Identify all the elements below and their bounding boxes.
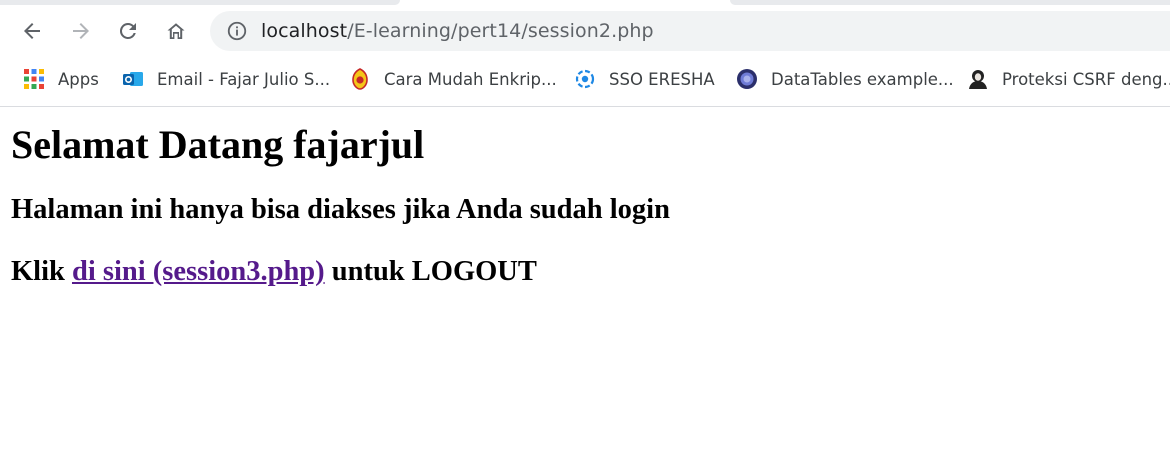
bookmark-label: DataTables example...	[771, 69, 954, 89]
info-icon[interactable]	[226, 20, 248, 42]
bookmark-label: Cara Mudah Enkrip...	[384, 69, 557, 89]
bookmark-datatables[interactable]: DataTables example...	[736, 66, 954, 92]
tab-strip	[0, 0, 1170, 5]
logout-link[interactable]: di sini (session3.php)	[72, 256, 325, 287]
apps-grid-icon	[24, 69, 44, 89]
reload-button[interactable]	[111, 14, 145, 48]
logout-suffix: untuk LOGOUT	[324, 255, 537, 287]
url-host: localhost	[261, 20, 348, 42]
tab-strip-right	[730, 0, 1170, 5]
back-button[interactable]	[15, 14, 49, 48]
bookmark-apps[interactable]: Apps	[23, 66, 99, 92]
bookmarks-bar: Apps Email - Fajar Julio S... Cara Mudah…	[0, 62, 1170, 96]
arrow-right-icon	[73, 23, 89, 39]
toolbar: localhost/E-learning/pert14/session2.php	[0, 8, 1170, 54]
url-path: /E-learning/pert14/session2.php	[347, 20, 654, 42]
bookmark-label: SSO ERESHA	[609, 69, 715, 89]
bookmark-sso-eresha[interactable]: SSO ERESHA	[574, 66, 715, 92]
arrow-left-icon	[24, 23, 40, 39]
home-icon	[167, 23, 185, 39]
home-button[interactable]	[159, 14, 193, 48]
outlook-icon	[123, 72, 143, 86]
forward-button[interactable]	[64, 14, 98, 48]
sso-eresha-icon	[575, 69, 595, 89]
bookmark-email[interactable]: Email - Fajar Julio S...	[122, 66, 330, 92]
logout-line: Klik di sini (session3.php) untuk LOGOUT	[11, 256, 1161, 289]
page-title: Selamat Datang fajarjul	[11, 122, 425, 167]
bookmark-label: Apps	[58, 69, 99, 89]
bookmark-label: Proteksi CSRF deng...	[1002, 69, 1170, 89]
bookmark-cara-mudah[interactable]: Cara Mudah Enkrip...	[349, 66, 557, 92]
datatables-icon	[737, 69, 757, 89]
site-favicon-icon	[352, 68, 368, 90]
address-bar[interactable]: localhost/E-learning/pert14/session2.php	[210, 11, 1170, 51]
reload-icon	[119, 22, 136, 39]
tab-strip-left	[0, 0, 400, 5]
avatar-favicon-icon	[969, 70, 987, 89]
logout-prefix: Klik	[11, 255, 72, 287]
browser-chrome: localhost/E-learning/pert14/session2.php…	[0, 0, 1170, 107]
bookmark-label: Email - Fajar Julio S...	[157, 69, 331, 89]
bookmark-proteksi-csrf[interactable]: Proteksi CSRF deng...	[967, 66, 1170, 92]
url-text: localhost/E-learning/pert14/session2.php	[261, 20, 654, 42]
page-content: Selamat Datang fajarjul Halaman ini hany…	[11, 107, 1161, 289]
login-notice: Halaman ini hanya bisa diakses jika Anda…	[11, 194, 670, 225]
